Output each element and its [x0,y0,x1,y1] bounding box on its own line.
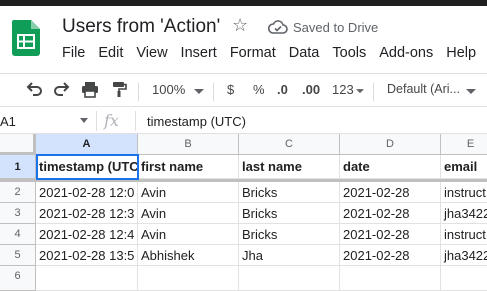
row-header-6[interactable]: 6 [0,266,36,291]
cell-d6[interactable] [340,266,441,291]
chevron-down-icon[interactable] [356,89,364,94]
cell-b3[interactable]: Avin [138,203,239,224]
cell-c6[interactable] [239,266,340,291]
currency-format-button[interactable]: $ [227,82,234,97]
chevron-down-icon[interactable] [194,89,204,95]
cell-a3[interactable]: 2021-02-28 12:3 [36,203,138,224]
select-all-corner[interactable] [0,134,36,155]
column-header-d[interactable]: D [340,134,441,155]
cell-e1[interactable]: email [441,155,487,179]
more-formats-button[interactable]: 123 [332,82,354,97]
paint-format-icon[interactable] [110,79,130,99]
menu-view[interactable]: View [136,45,167,61]
column-header-b[interactable]: B [138,134,239,155]
column-header-a[interactable]: A [36,134,138,155]
cell-c4[interactable]: Bricks [239,224,340,245]
cell-b5[interactable]: Abhishek [138,245,239,266]
cell-a5[interactable]: 2021-02-28 13:5 [36,245,138,266]
decrease-decimal-button[interactable]: .0 [277,82,288,97]
cell-e5[interactable]: jha3422 [441,245,487,266]
cell-e2[interactable]: instruct [441,182,487,203]
chevron-down-icon[interactable] [466,89,476,95]
more-formats-label: 123 [332,82,354,97]
row-header-3[interactable]: 3 [0,203,36,224]
cell-c3[interactable]: Bricks [239,203,340,224]
decrease-decimal-label: .0 [277,82,288,97]
cell-b4[interactable]: Avin [138,224,239,245]
chevron-down-icon[interactable] [80,118,88,123]
window-top-strip [0,0,487,6]
toolbar-divider [373,83,374,101]
row-header-1[interactable]: 1 [0,155,36,179]
cell-a1[interactable]: timestamp (UTC) [36,155,138,179]
cell-a4[interactable]: 2021-02-28 12:4 [36,224,138,245]
save-status: Saved to Drive [293,20,379,35]
menu-help[interactable]: Help [446,45,476,61]
cell-e4[interactable]: instruct [441,224,487,245]
star-icon[interactable]: ☆ [232,15,248,36]
spreadsheet-grid: A B C D E 1 timestamp (UTC) first name l… [0,134,487,291]
cell-b2[interactable]: Avin [138,182,239,203]
function-icon: fx [104,111,119,130]
toolbar: 100% $ % .0 .00 123 Default (Ari... [0,73,487,107]
cell-a6[interactable] [36,266,138,291]
column-header-c[interactable]: C [239,134,340,155]
font-family-select[interactable]: Default (Ari... [387,82,460,96]
cloud-saved-icon [268,20,288,34]
zoom-select[interactable]: 100% [152,82,185,97]
cell-b1[interactable]: first name [138,155,239,179]
cell-c2[interactable]: Bricks [239,182,340,203]
sheets-logo-icon[interactable] [12,20,40,56]
formula-input[interactable]: timestamp (UTC) [147,114,246,129]
menu-tools[interactable]: Tools [332,45,366,61]
toolbar-divider [213,83,214,101]
percent-format-button[interactable]: % [253,82,265,97]
cell-d3[interactable]: 2021-02-28 [340,203,441,224]
cell-d4[interactable]: 2021-02-28 [340,224,441,245]
divider [135,111,136,131]
redo-icon[interactable] [52,79,72,99]
currency-label: $ [227,82,235,97]
increase-decimal-button[interactable]: .00 [302,82,320,97]
menu-data[interactable]: Data [289,45,320,61]
document-title[interactable]: Users from 'Action' [62,16,220,38]
row-header-4[interactable]: 4 [0,224,36,245]
menu-insert[interactable]: Insert [181,45,217,61]
font-family-value: Default (Ari... [387,82,460,96]
cell-a2[interactable]: 2021-02-28 12:0 [36,182,138,203]
divider [96,111,97,131]
percent-label: % [253,82,265,97]
zoom-value: 100% [152,82,186,97]
menu-format[interactable]: Format [230,45,276,61]
cell-d2[interactable]: 2021-02-28 [340,182,441,203]
row-header-5[interactable]: 5 [0,245,36,266]
column-header-e[interactable]: E [441,134,487,155]
increase-decimal-label: .00 [302,82,321,97]
cell-e3[interactable]: jha3422 [441,203,487,224]
undo-icon[interactable] [24,79,44,99]
formula-bar: A1 fx timestamp (UTC) [0,108,487,134]
cell-d5[interactable]: 2021-02-28 [340,245,441,266]
menu-edit[interactable]: Edit [98,45,123,61]
toolbar-divider [138,83,139,101]
cell-c1[interactable]: last name [239,155,340,179]
menu-file[interactable]: File [62,45,85,61]
menu-addons[interactable]: Add-ons [379,45,433,61]
cell-d1[interactable]: date [340,155,441,179]
menu-bar: File Edit View Insert Format Data Tools … [62,45,487,61]
cell-b6[interactable] [138,266,239,291]
cell-e6[interactable] [441,266,487,291]
cell-c5[interactable]: Jha [239,245,340,266]
row-header-2[interactable]: 2 [0,182,36,203]
print-icon[interactable] [80,79,100,99]
